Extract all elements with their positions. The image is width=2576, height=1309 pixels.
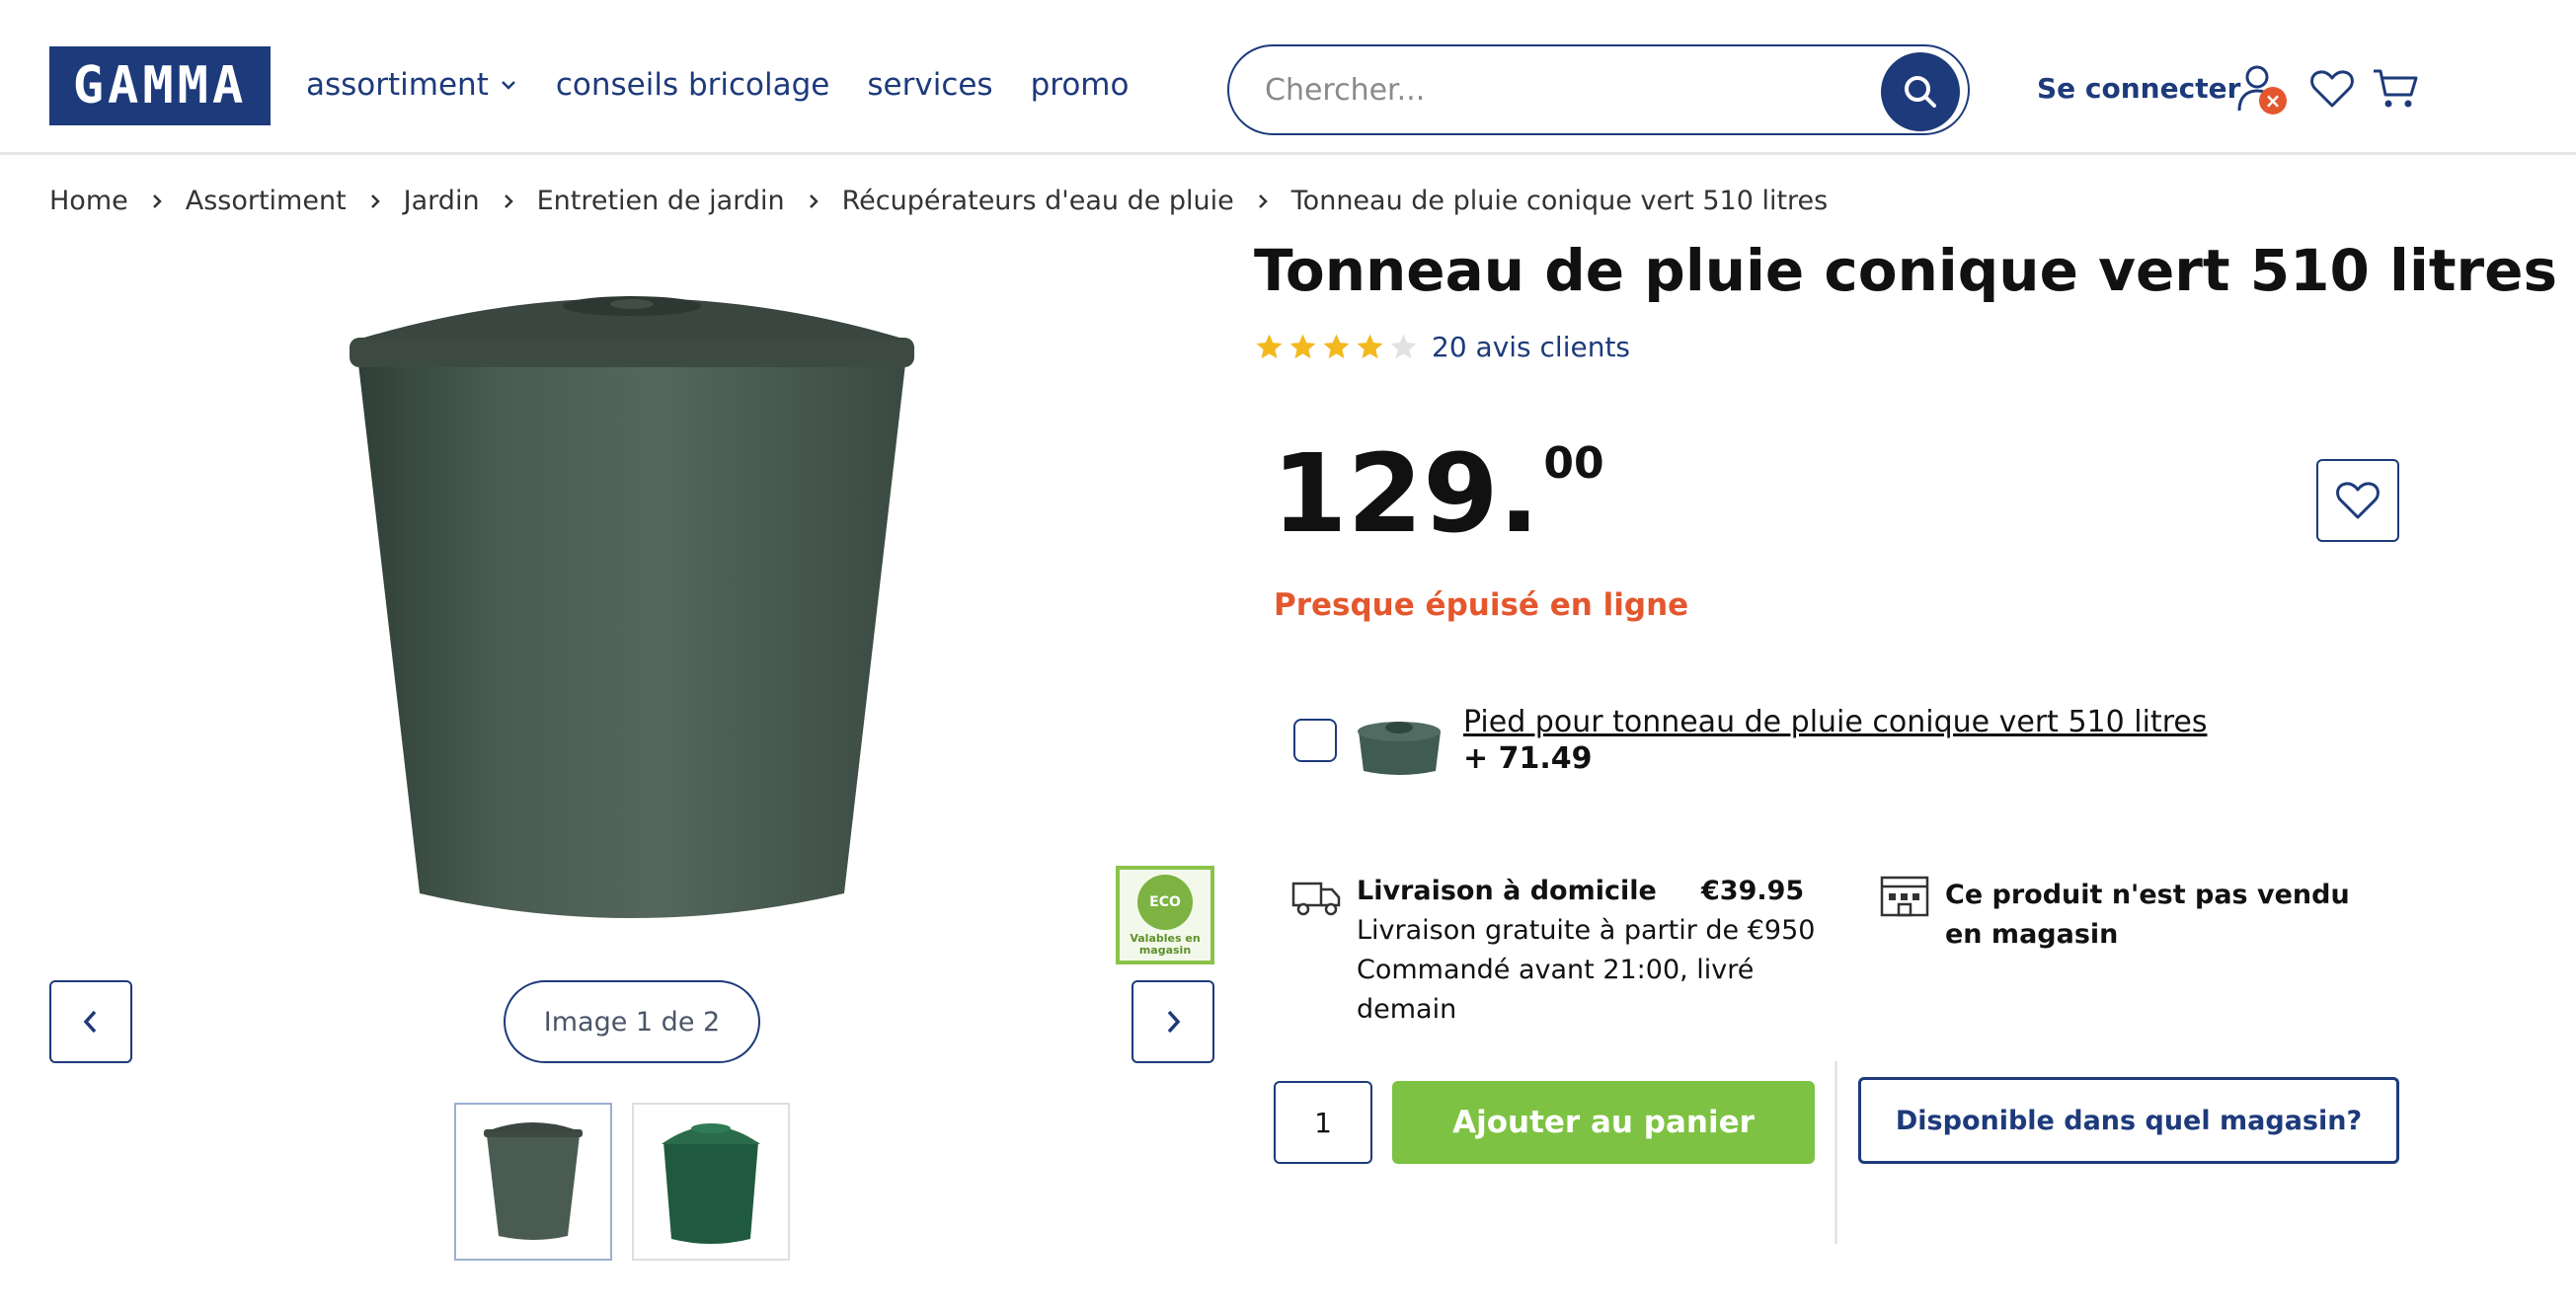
star-filled-icon [1289, 334, 1316, 359]
nav-conseils-bricolage[interactable]: conseils bricolage [556, 67, 830, 103]
not-sold-in-store-note: Ce produit n'est pas vendu en magasin [1945, 880, 2350, 950]
login-link[interactable]: Se connecter [2037, 72, 2240, 105]
heart-icon [2336, 482, 2380, 519]
add-to-wishlist-button[interactable] [2316, 459, 2399, 542]
breadcrumb-assortiment[interactable]: Assortiment [186, 186, 347, 216]
product-rating: 20 avis clients [1254, 331, 1630, 363]
delivery-free-threshold: Livraison gratuite à partir de €950 [1357, 915, 1816, 946]
search-button[interactable] [1881, 52, 1960, 131]
wishlist-button[interactable] [2303, 59, 2362, 118]
chevron-right-icon [502, 192, 515, 210]
delivery-title: Livraison à domicile [1357, 876, 1657, 906]
breadcrumb-home[interactable]: Home [49, 186, 128, 216]
delivery-truck-icon [1291, 874, 1343, 919]
chevron-right-icon [807, 192, 820, 210]
star-filled-icon [1323, 334, 1350, 359]
barrel-green-thumbnail-image [662, 1123, 760, 1244]
cart-button[interactable] [2366, 59, 2425, 118]
delivery-cutoff-day: demain [1357, 994, 1457, 1025]
search-input[interactable] [1265, 72, 1857, 108]
breadcrumb-jardin[interactable]: Jardin [404, 186, 480, 216]
addon-image [1353, 706, 1446, 780]
product-title: Tonneau de pluie conique vert 510 litres [1254, 237, 2558, 304]
image-counter: Image 1 de 2 [504, 980, 760, 1063]
nav-promo[interactable]: promo [1031, 67, 1130, 103]
breadcrumb-current: Tonneau de pluie conique vert 510 litres [1290, 186, 1829, 216]
breadcrumb-recuperateurs[interactable]: Récupérateurs d'eau de pluie [842, 186, 1234, 216]
stock-status: Presque épuisé en ligne [1274, 587, 1689, 623]
chevron-right-icon [1167, 1010, 1181, 1034]
nav-promo-label: promo [1030, 67, 1130, 103]
addon-checkbox[interactable] [1293, 719, 1337, 762]
nav-conseils-label: conseils bricolage [555, 67, 830, 103]
reviews-link[interactable]: 20 avis clients [1432, 331, 1630, 363]
store-availability-button[interactable]: Disponible dans quel magasin? [1858, 1077, 2399, 1164]
quantity-input[interactable] [1274, 1081, 1372, 1164]
cart-icon [2374, 69, 2418, 108]
heart-icon [2310, 70, 2354, 108]
site-header: GAMMA assortiment conseils bricolage ser… [0, 0, 2576, 155]
product-main-image[interactable] [336, 276, 928, 938]
rain-barrel-image [350, 296, 914, 918]
divider [1834, 1061, 1837, 1244]
chevron-right-icon [368, 192, 382, 210]
store-icon [1879, 874, 1930, 919]
delivery-cutoff: Commandé avant 21:00, livré [1357, 955, 1755, 985]
nav-assortiment[interactable]: assortiment [306, 67, 518, 103]
eco-logo: ECO [1137, 874, 1193, 930]
breadcrumb-entretien[interactable]: Entretien de jardin [537, 186, 785, 216]
gamma-logo[interactable]: GAMMA [49, 46, 271, 125]
nav-services-label: services [867, 67, 993, 103]
chevron-down-icon [499, 75, 518, 95]
gallery-prev-button[interactable] [49, 980, 132, 1063]
logo-text: GAMMA [72, 56, 248, 116]
star-filled-icon [1357, 334, 1383, 359]
gallery-next-button[interactable] [1132, 980, 1214, 1063]
add-to-cart-button[interactable]: Ajouter au panier [1392, 1081, 1815, 1164]
logged-out-badge: × [2259, 87, 2287, 115]
star-empty-icon [1390, 334, 1417, 359]
nav-services[interactable]: services [867, 67, 992, 103]
price-main: 129. [1272, 430, 1540, 557]
account-button[interactable]: × [2229, 59, 2289, 118]
search-bar [1227, 44, 1970, 135]
chevron-left-icon [83, 1010, 97, 1034]
eco-cheques-badge: ECO Valables en magasin [1116, 866, 1214, 964]
thumbnail-1[interactable] [454, 1103, 612, 1261]
chevron-right-icon [1256, 192, 1270, 210]
product-price: 129. 00 [1272, 434, 1604, 553]
addon-name-link[interactable]: Pied pour tonneau de pluie conique vert … [1463, 705, 2207, 739]
eco-badge-text: Valables en magasin [1130, 931, 1201, 957]
main-nav: assortiment conseils bricolage services … [306, 67, 1166, 103]
price-cents: 00 [1543, 438, 1604, 489]
star-filled-icon [1256, 334, 1283, 359]
breadcrumb: Home Assortiment Jardin Entretien de jar… [49, 186, 1828, 216]
delivery-price: €39.95 [1701, 876, 1805, 906]
nav-assortiment-label: assortiment [306, 67, 489, 103]
chevron-right-icon [150, 192, 164, 210]
addon-price: + 71.49 [1463, 741, 1593, 776]
thumbnail-2[interactable] [632, 1103, 790, 1261]
barrel-thumbnail-image [484, 1122, 583, 1240]
search-icon [1905, 76, 1936, 108]
